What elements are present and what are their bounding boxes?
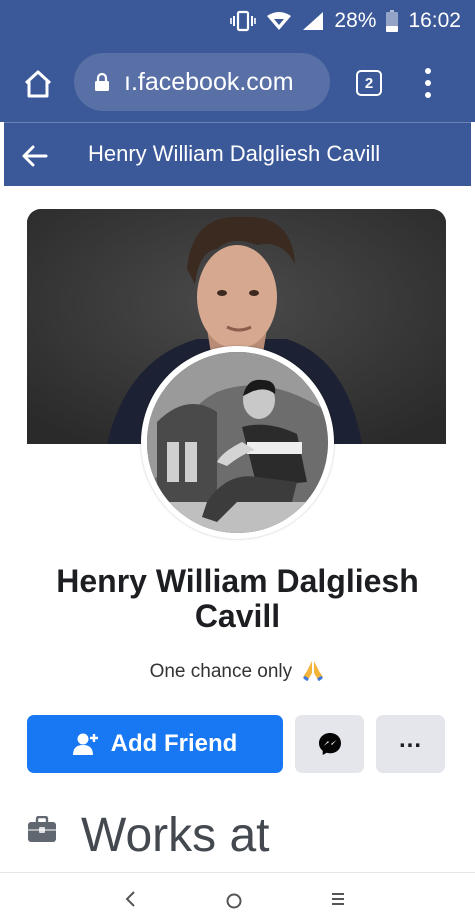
tab-count: 2 [364, 74, 374, 92]
home-icon [24, 70, 52, 98]
message-button[interactable] [295, 715, 364, 773]
works-at-row: Works at [27, 809, 447, 872]
page-header: Henry William Dalgliesh Cavill [4, 122, 471, 186]
menu-dot [425, 80, 431, 86]
system-navigation-bar [0, 872, 475, 921]
arrow-left-icon [22, 145, 48, 167]
browser-menu-button[interactable] [418, 66, 438, 100]
status-icons: 28% 16:02 [230, 9, 461, 33]
more-horizontal-icon: ... [398, 726, 422, 753]
clock: 16:02 [408, 9, 461, 32]
lock-icon [95, 72, 109, 91]
vibrate-icon [230, 10, 257, 32]
tab-switcher-button[interactable]: 2 [356, 70, 382, 96]
nav-recents-icon[interactable] [330, 891, 346, 907]
header-title: Henry William Dalgliesh Cavill [88, 141, 381, 166]
back-button[interactable] [20, 141, 50, 171]
nav-home-icon[interactable] [226, 893, 242, 909]
status-bar: 28% 16:02 [0, 0, 475, 46]
wifi-icon [267, 12, 292, 30]
browser-toolbar: ı.facebook.com 2 [0, 46, 475, 122]
menu-dot [425, 92, 431, 98]
nav-back-icon[interactable] [124, 891, 136, 907]
works-at-label: Works at [81, 809, 270, 862]
url-text: ı.facebook.com [124, 67, 294, 96]
profile-bio: One chance only [30, 659, 445, 683]
signal-icon [303, 12, 324, 30]
avatar-image [147, 352, 328, 533]
add-person-icon [72, 733, 98, 755]
battery-percent: 28% [334, 9, 377, 32]
profile-name: Henry William Dalgliesh Cavill [56, 563, 419, 634]
bio-text: One chance only [149, 661, 293, 682]
home-button[interactable] [20, 66, 56, 102]
more-options-button[interactable]: ... [376, 715, 445, 773]
messenger-icon [318, 733, 341, 755]
profile-picture[interactable] [141, 346, 334, 539]
address-bar[interactable]: ı.facebook.com [74, 53, 330, 111]
briefcase-icon [28, 816, 56, 842]
add-friend-label: Add Friend [110, 730, 238, 757]
menu-dot [425, 68, 431, 74]
battery-icon [386, 10, 399, 32]
add-friend-button[interactable]: Add Friend [27, 715, 283, 773]
folded-hands-emoji [303, 661, 324, 682]
avatar [147, 352, 328, 533]
